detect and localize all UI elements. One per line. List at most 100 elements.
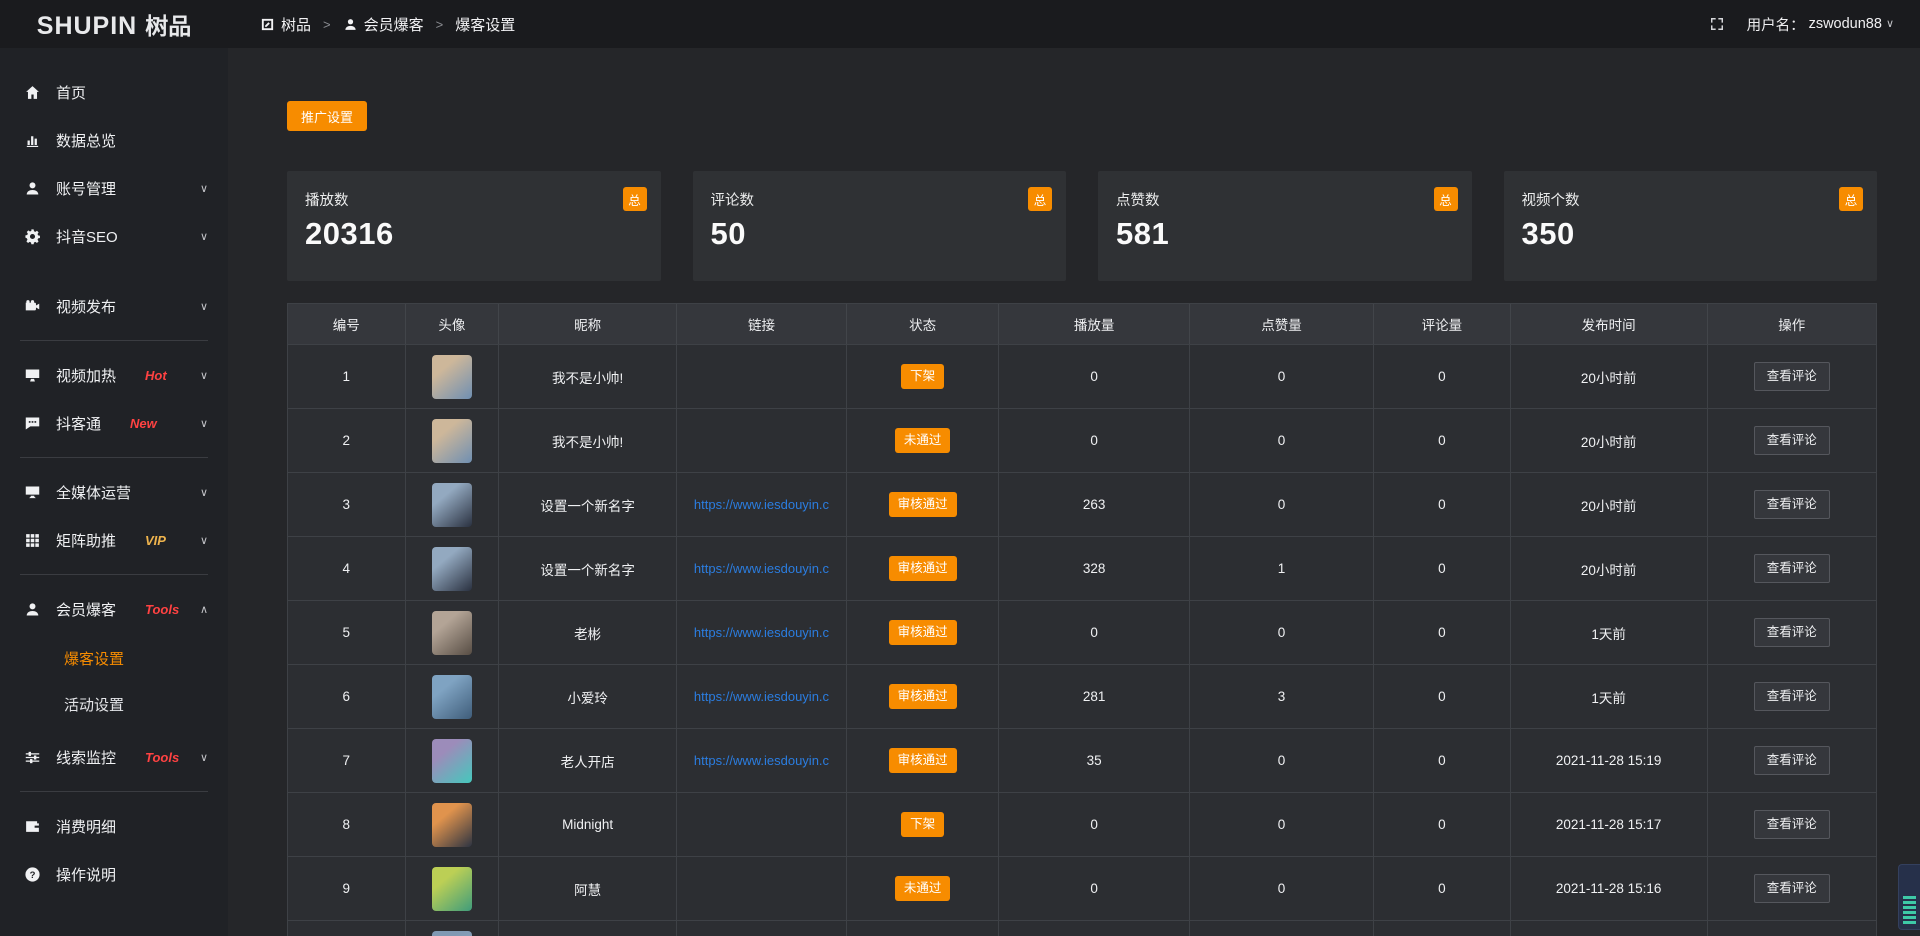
cell-plays: 0 (999, 409, 1190, 472)
desktop-icon (24, 484, 41, 501)
cell-likes: 0 (1190, 793, 1374, 856)
view-comments-button[interactable]: 查看评论 (1754, 682, 1830, 711)
view-comments-button[interactable]: 查看评论 (1754, 426, 1830, 455)
divider (20, 340, 208, 341)
sidebar-item-media-operation[interactable]: 全媒体运营∨ (0, 468, 228, 516)
cell-nickname: Midnight (499, 793, 677, 856)
view-comments-button[interactable]: 查看评论 (1754, 618, 1830, 647)
avatar (432, 739, 472, 783)
sidebar-item-home[interactable]: 首页 (0, 68, 228, 116)
cell-id: 1 (288, 345, 406, 408)
video-icon (24, 298, 41, 315)
main-content: 推广设置 播放数20316总评论数50总点赞数581总视频个数350总 编号头像… (228, 48, 1920, 936)
breadcrumb-item-baoke-settings[interactable]: 爆客设置 (455, 14, 515, 35)
chevron-down-icon: ∨ (200, 230, 208, 243)
topbar-right: 用户名：zswodun88 ∨ (1709, 14, 1920, 35)
avatar (432, 675, 472, 719)
column-header: 状态 (847, 304, 999, 344)
cell-comments: 0 (1374, 665, 1511, 728)
cell-plays: 328 (999, 537, 1190, 600)
cell-link (677, 409, 847, 472)
chevron-up-icon: ∧ (200, 603, 208, 616)
cell-nickname (499, 921, 677, 936)
view-comments-button[interactable]: 查看评论 (1754, 810, 1830, 839)
sidebar-item-matrix-boost[interactable]: 矩阵助推VIP∨ (0, 516, 228, 564)
sidebar-item-operation-guide[interactable]: 操作说明 (0, 850, 228, 898)
board-icon (260, 17, 275, 32)
avatar (432, 803, 472, 847)
table-row: 6小爱玲https://www.iesdouyin.c审核通过281301天前查… (288, 664, 1876, 728)
cell-comments: 0 (1374, 793, 1511, 856)
status-badge: 未通过 (895, 428, 951, 453)
monitor-icon (24, 367, 41, 384)
promo-settings-button[interactable]: 推广设置 (287, 101, 367, 131)
table-row: 3设置一个新名字https://www.iesdouyin.c审核通过26300… (288, 472, 1876, 536)
view-comments-button[interactable]: 查看评论 (1754, 362, 1830, 391)
cell-comments: 0 (1374, 409, 1511, 472)
stat-card-label: 评论数 (711, 189, 1051, 210)
cell-avatar (406, 537, 500, 600)
wallet-icon (24, 818, 41, 835)
video-link[interactable]: https://www.iesdouyin.c (694, 497, 829, 512)
status-badge: 未通过 (895, 876, 951, 901)
sidebar-item-account-manage[interactable]: 账号管理∨ (0, 164, 228, 212)
status-badge: 审核通过 (889, 556, 957, 581)
view-comments-button[interactable]: 查看评论 (1754, 490, 1830, 519)
view-comments-button[interactable]: 查看评论 (1754, 746, 1830, 775)
cell-status: 审核通过 (847, 729, 999, 792)
avatar (432, 867, 472, 911)
avatar (432, 931, 472, 936)
sidebar-item-douyin-seo[interactable]: 抖音SEO ∨ (0, 212, 228, 260)
sidebar-item-member-baoke[interactable]: 会员爆客Tools∧ (0, 585, 228, 633)
cell-plays: 0 (999, 345, 1190, 408)
sidebar-item-video-heat[interactable]: 视频加热Hot∨ (0, 351, 228, 399)
home-icon (24, 84, 41, 101)
video-link[interactable]: https://www.iesdouyin.c (694, 625, 829, 640)
sidebar-subitem-activity-settings[interactable]: 活动设置 (0, 681, 228, 727)
table-row: 5老彬https://www.iesdouyin.c审核通过0001天前查看评论 (288, 600, 1876, 664)
cell-action: 查看评论 (1708, 793, 1876, 856)
breadcrumb-separator: > (323, 17, 331, 32)
breadcrumb-item-member-baoke[interactable]: 会员爆客 (343, 14, 424, 35)
breadcrumb-item-shupin[interactable]: 树品 (260, 14, 311, 35)
fullscreen-button[interactable] (1709, 16, 1725, 32)
gear-icon (24, 228, 41, 245)
user-menu[interactable]: 用户名：zswodun88 ∨ (1747, 14, 1894, 35)
logo[interactable]: SHUPIN 树品 (0, 7, 228, 41)
sidebar-item-douketong[interactable]: 抖客通New∨ (0, 399, 228, 447)
sidebar-subitem-baoke-settings[interactable]: 爆客设置 (0, 635, 228, 681)
cell-action: 查看评论 (1708, 345, 1876, 408)
sidebar-item-clue-monitor[interactable]: 线索监控Tools∨ (0, 733, 228, 781)
sidebar-item-label: 抖音SEO (56, 226, 118, 247)
floating-widget[interactable] (1898, 864, 1920, 930)
cell-nickname: 设置一个新名字 (499, 473, 677, 536)
cell-plays: 0 (999, 857, 1190, 920)
sidebar-item-data-overview[interactable]: 数据总览 (0, 116, 228, 164)
cell-link: https://www.iesdouyin.c (677, 473, 847, 536)
video-link[interactable]: https://www.iesdouyin.c (694, 753, 829, 768)
video-link[interactable]: https://www.iesdouyin.c (694, 689, 829, 704)
table-row: 1我不是小帅!下架00020小时前查看评论 (288, 344, 1876, 408)
cell-avatar (406, 793, 500, 856)
cell-id: 7 (288, 729, 406, 792)
column-header: 头像 (406, 304, 500, 344)
cell-avatar (406, 345, 500, 408)
view-comments-button[interactable]: 查看评论 (1754, 554, 1830, 583)
chevron-down-icon: ∨ (200, 417, 208, 430)
cell-time: 20小时前 (1511, 473, 1708, 536)
cell-likes: 3 (1190, 665, 1374, 728)
breadcrumb-label: 爆客设置 (455, 14, 515, 35)
sidebar-menu: 首页数据总览账号管理∨抖音SEO∨视频发布∨视频加热Hot∨抖客通New∨全媒体… (0, 68, 228, 898)
sidebar-item-consume-detail[interactable]: 消费明细 (0, 802, 228, 850)
sidebar-item-video-publish[interactable]: 视频发布∨ (0, 282, 228, 330)
cell-id: 9 (288, 857, 406, 920)
video-link[interactable]: https://www.iesdouyin.c (694, 561, 829, 576)
logo-text-en: SHUPIN (37, 14, 137, 39)
cell-time: 2021-11-28 15:17 (1511, 793, 1708, 856)
cell-plays: 35 (999, 729, 1190, 792)
topbar: SHUPIN 树品 树品>会员爆客>爆客设置 用户名：zswodun88 ∨ (0, 0, 1920, 48)
sidebar-item-label: 账号管理 (56, 178, 116, 199)
chart-icon (24, 132, 41, 149)
view-comments-button[interactable]: 查看评论 (1754, 874, 1830, 903)
status-badge: 审核通过 (889, 748, 957, 773)
